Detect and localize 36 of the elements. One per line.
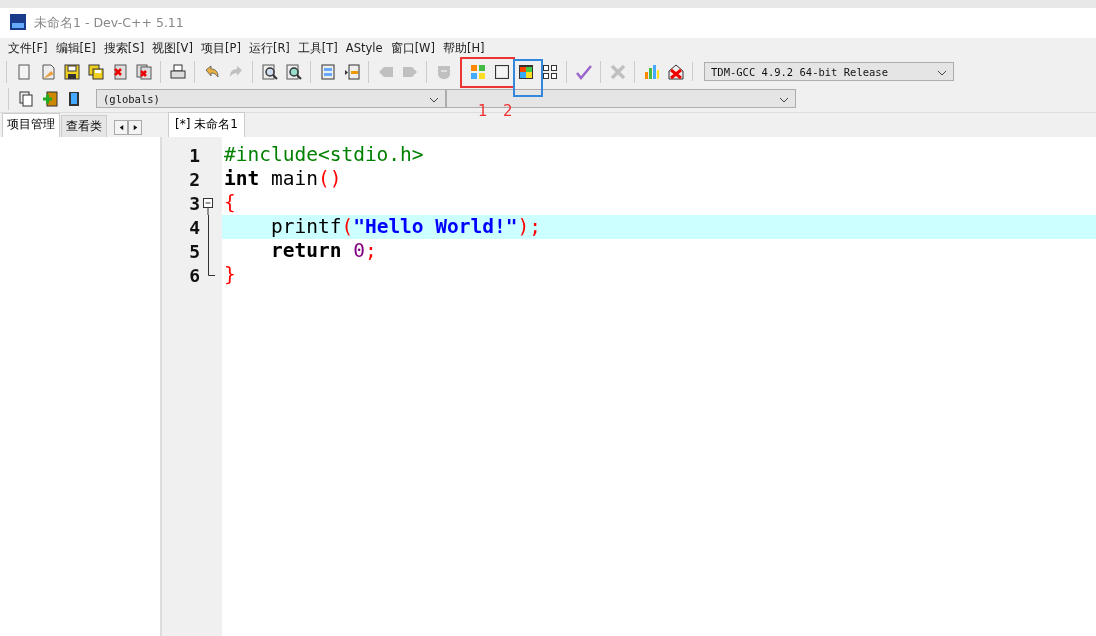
- line-number: 6: [188, 264, 200, 286]
- panel-tab[interactable]: 项目管理: [2, 113, 60, 137]
- menu-item[interactable]: AStyle: [341, 41, 387, 55]
- line-number: 1: [188, 144, 200, 166]
- scroll-left-button[interactable]: [114, 120, 128, 135]
- app-icon: [10, 13, 26, 33]
- menu-item[interactable]: 窗口[W]: [386, 40, 439, 56]
- menu-item[interactable]: 工具[T]: [293, 40, 342, 56]
- line-number: 3: [188, 192, 200, 214]
- menu-item[interactable]: 运行[R]: [244, 40, 294, 56]
- scope-dropdown[interactable]: (globals): [96, 89, 446, 108]
- compiler-dropdown[interactable]: TDM-GCC 4.9.2 64-bit Release: [704, 62, 954, 81]
- line-number: 4: [188, 216, 200, 238]
- menu-item[interactable]: 文件[F]: [4, 40, 52, 56]
- annotation-number: 2: [503, 102, 513, 120]
- panel-tab[interactable]: 查看类: [61, 115, 107, 137]
- code-line: #include<stdio.h>: [223, 143, 425, 167]
- code-line: }: [223, 263, 237, 287]
- code-line: int main(): [223, 167, 343, 191]
- window-title: 未命名1 - Dev-C++ 5.11: [34, 14, 184, 32]
- fold-toggle[interactable]: [203, 198, 213, 215]
- scroll-right-button[interactable]: [128, 120, 142, 135]
- menu-item[interactable]: 项目[P]: [196, 40, 245, 56]
- code-line: return 0;: [269, 239, 378, 263]
- file-tab[interactable]: [*] 未命名1: [168, 112, 245, 137]
- triangle-left-icon: [117, 124, 125, 131]
- annotation-number: 1: [478, 102, 488, 120]
- line-number: 2: [188, 168, 200, 190]
- code-line: {: [223, 191, 237, 215]
- menu-item[interactable]: 视图[V]: [148, 40, 197, 56]
- menu-item[interactable]: 搜索[S]: [99, 40, 149, 56]
- menu-item[interactable]: 编辑[E]: [51, 40, 100, 56]
- code-editor[interactable]: 1 2 3 4 5 6 #include<stdio.h> int main() { printf("Hello World!"); return 0; }: [170, 137, 1096, 636]
- line-number: 5: [188, 240, 200, 262]
- menu-item[interactable]: 帮助[H]: [439, 40, 489, 56]
- triangle-right-icon: [131, 124, 139, 131]
